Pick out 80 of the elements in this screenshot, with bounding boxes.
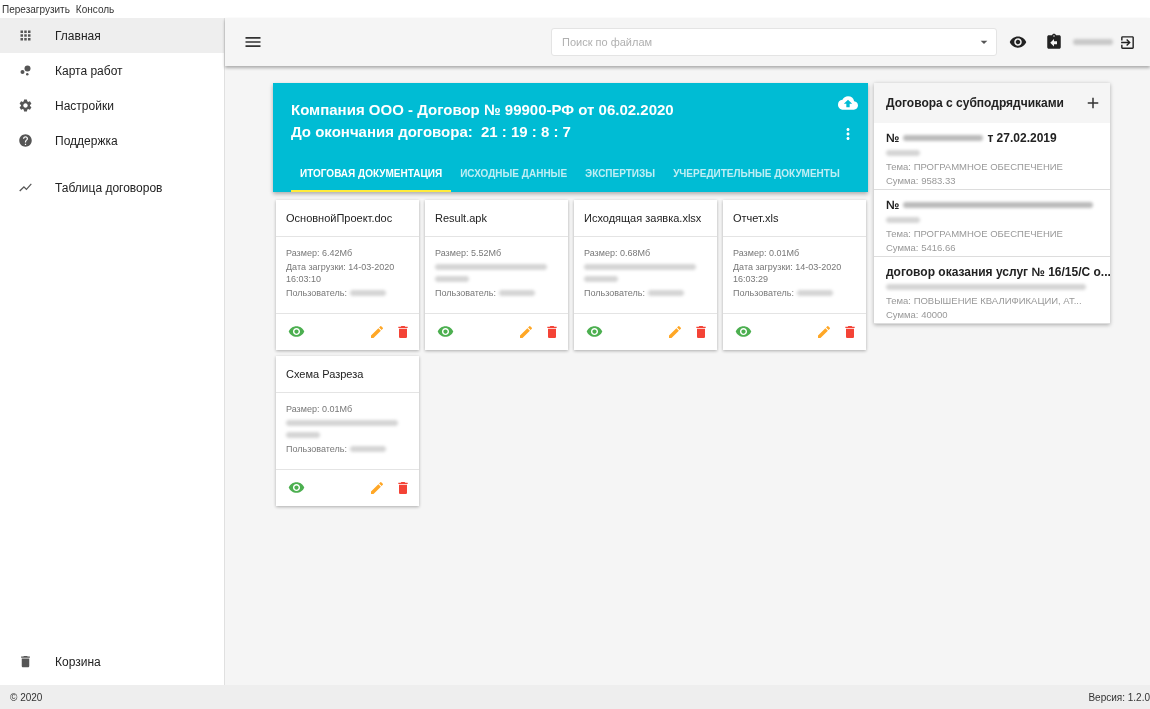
copyright: © 2020 xyxy=(10,691,43,703)
view-icon[interactable] xyxy=(288,479,305,496)
contract-item[interactable]: договор оказания услуг № 16/15/С о... Тема: ПОВЫШЕНИЕ КВАЛИФИКАЦИИ, АТ... Сумма: 40000 xyxy=(874,257,1110,324)
file-info: Дата загрузки: 14-03-2020 16:03:10 xyxy=(286,261,396,285)
edit-icon[interactable] xyxy=(667,323,683,340)
contract-item[interactable]: № Тема: ПРОГРАММНОЕ ОБЕСПЕЧЕНИЕ Сумма: 5416.66 xyxy=(874,190,1110,257)
clipboard-icon[interactable] xyxy=(1045,33,1063,51)
blurred-text xyxy=(349,290,386,296)
edit-icon[interactable] xyxy=(816,323,832,340)
sidebar-item[interactable]: Поддержка xyxy=(0,123,224,158)
contract-topic: Тема: ПРОГРАММНОЕ ОБЕСПЕЧЕНИЕ xyxy=(886,161,1064,173)
search-field[interactable]: Поиск по файлам xyxy=(551,28,997,56)
sidebar-item[interactable]: Корзина xyxy=(0,644,224,679)
blurred-text xyxy=(886,217,920,223)
contract-sum: Сумма: 5416.66 xyxy=(886,242,957,254)
view-icon[interactable] xyxy=(437,323,454,340)
delete-icon[interactable] xyxy=(395,323,411,340)
file-info: Размер: 0.01Мб xyxy=(286,403,354,415)
dots-icon xyxy=(18,63,33,78)
delete-icon[interactable] xyxy=(693,323,709,340)
file-info: Размер: 5.52Мб xyxy=(435,247,503,259)
delete-icon[interactable] xyxy=(395,479,411,496)
file-info: Размер: 0.01Мб xyxy=(733,247,801,259)
file-name: ОсновнойПроект.doc xyxy=(276,200,419,237)
contract-sum: Сумма: 9583.33 xyxy=(886,175,957,187)
view-icon[interactable] xyxy=(586,323,603,340)
file-info: Пользователь: xyxy=(733,287,794,299)
blurred-text xyxy=(1073,39,1113,45)
blurred-text xyxy=(584,276,618,282)
help-icon xyxy=(18,133,33,148)
delete-icon[interactable] xyxy=(842,323,858,340)
file-info: Пользователь: xyxy=(435,287,496,299)
file-info: Дата загрузки: 14-03-2020 16:03:29 xyxy=(733,261,843,285)
contract-title: Компания ООО - Договор № 99900-РФ от 06.02.2020 xyxy=(291,100,674,120)
view-icon[interactable] xyxy=(735,323,752,340)
eye-icon[interactable] xyxy=(1009,33,1027,51)
panel-title: Договора с субподрядчиками xyxy=(886,96,1064,110)
logout-icon[interactable] xyxy=(1119,33,1136,51)
contract-number: № xyxy=(886,131,900,145)
file-info: Размер: 0.68Мб xyxy=(584,247,652,259)
upload-icon[interactable] xyxy=(838,93,858,113)
contract-date: т 27.02.2019 xyxy=(987,131,1057,145)
blurred-text xyxy=(796,290,833,296)
blurred-text xyxy=(286,432,320,438)
contract-topic: Тема: ПОВЫШЕНИЕ КВАЛИФИКАЦИИ, АТ... xyxy=(886,295,1083,307)
version: Версия: 1.2.0 xyxy=(1088,691,1150,703)
view-icon[interactable] xyxy=(288,323,305,340)
edit-icon[interactable] xyxy=(369,479,385,496)
file-name: Отчет.xls xyxy=(723,200,866,237)
contract-sum: Сумма: 40000 xyxy=(886,309,949,321)
menu-item[interactable]: Перезагрузить xyxy=(2,3,70,15)
trash-icon xyxy=(18,654,33,669)
apps-icon xyxy=(18,28,33,43)
sidebar-item[interactable]: Карта работ xyxy=(0,53,224,88)
sidebar-item[interactable]: Главная xyxy=(0,18,224,53)
file-name: Схема Разреза xyxy=(276,356,419,393)
file-name: Исходящая заявка.xlsx xyxy=(574,200,717,237)
blurred-text xyxy=(886,150,920,156)
file-info: Размер: 6.42Мб xyxy=(286,247,354,259)
menu-item[interactable]: Консоль xyxy=(75,3,115,15)
edit-icon[interactable] xyxy=(518,323,534,340)
edit-icon[interactable] xyxy=(369,323,385,340)
countdown-label: До окончания договора: xyxy=(291,123,473,140)
blurred-text xyxy=(435,276,469,282)
file-name: Result.apk xyxy=(425,200,568,237)
sidebar-item[interactable]: Таблица договоров xyxy=(0,170,224,205)
contract-number: договор оказания услуг № 16/15/С о... xyxy=(886,265,1111,279)
blurred-text xyxy=(498,290,535,296)
contract-item[interactable]: № т 27.02.2019 Тема: ПРОГРАММНОЕ ОБЕСПЕЧЕНИЕ Сумма: 9583.33 xyxy=(874,123,1110,190)
file-info: Пользователь: xyxy=(286,287,347,299)
blurred-text xyxy=(647,290,684,296)
delete-icon[interactable] xyxy=(544,323,560,340)
contract-number: № xyxy=(886,198,900,212)
file-info: Пользователь: xyxy=(584,287,645,299)
settings-icon xyxy=(18,98,33,113)
contract-topic: Тема: ПРОГРАММНОЕ ОБЕСПЕЧЕНИЕ xyxy=(886,228,1064,240)
file-info: Пользователь: xyxy=(286,443,347,455)
sidebar-item[interactable]: Настройки xyxy=(0,88,224,123)
countdown: 21 : 19 : 8 : 7 xyxy=(480,123,571,140)
blurred-text xyxy=(349,446,386,452)
